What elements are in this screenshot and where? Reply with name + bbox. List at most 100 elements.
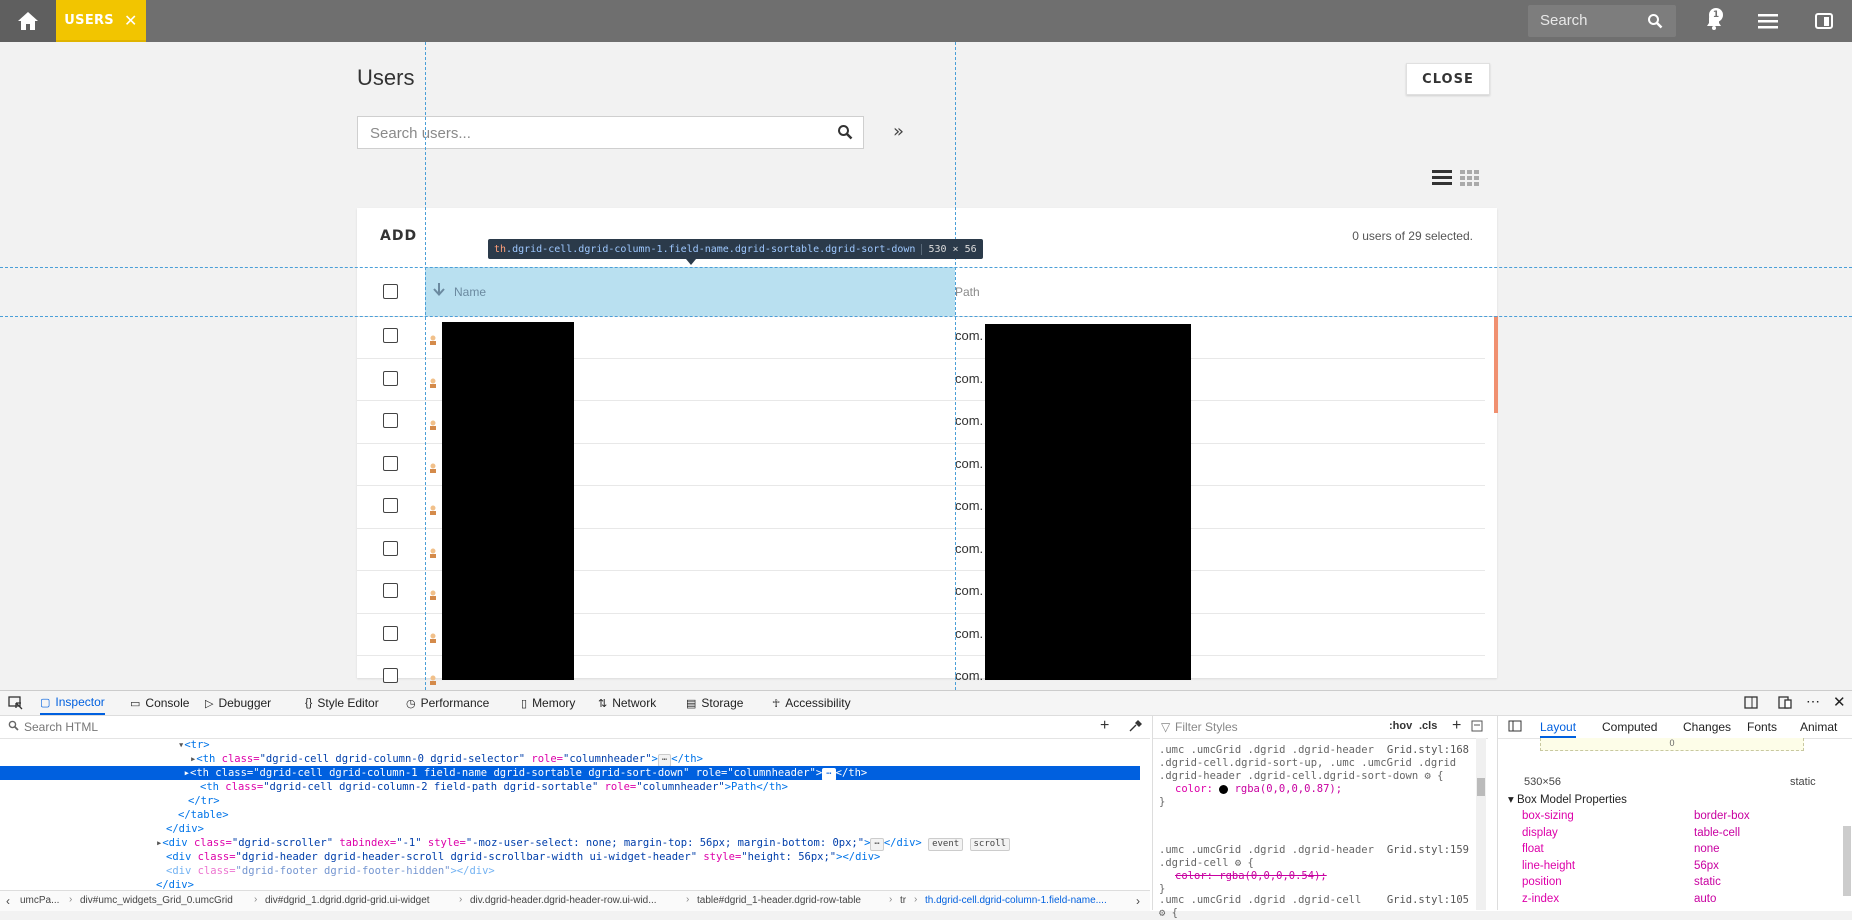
notification-count-badge: 1	[1709, 8, 1723, 22]
close-button[interactable]: CLOSE	[1406, 63, 1490, 95]
devtools-toolbar: ▢ Inspector ▭ Console ▷ Debugger {} Style Edito…	[0, 691, 1852, 716]
tooltip-tag: th	[494, 243, 507, 255]
css-rule-header-cell[interactable]: Grid.styl:159 .umc .umcGrid .dgrid .dgri…	[1159, 844, 1469, 896]
list-view-icon[interactable]	[1432, 169, 1452, 191]
row-checkbox[interactable]	[383, 328, 398, 343]
html-node-tr-open[interactable]: ▾<tr>	[178, 738, 210, 752]
devtools-tab-accessibility[interactable]: ☥ Accessibility	[772, 691, 851, 715]
css-rule-cell[interactable]: Grid.styl:105 .umc .umcGrid .dgrid .dgri…	[1159, 894, 1469, 920]
user-search-field[interactable]	[357, 116, 864, 150]
app-switch-button[interactable]	[1812, 0, 1836, 42]
html-node-th-name-selected[interactable]: ▸<th class="dgrid-cell dgrid-column-1 fi…	[0, 766, 1140, 781]
breadcrumb-scroll-right-icon[interactable]: ›	[1136, 894, 1140, 908]
rules-panel: ▽ Filter Styles :hov .cls + Grid.styl:16…	[1152, 716, 1488, 919]
html-node-th-path[interactable]: <th class="dgrid-cell dgrid-column-2 fie…	[200, 780, 788, 794]
filter-icon: ▽	[1161, 720, 1171, 734]
style-editor-icon: {}	[305, 697, 313, 709]
add-user-button[interactable]: ADD	[380, 228, 417, 244]
devtools-tab-style-editor[interactable]: {} Style Editor	[305, 691, 379, 715]
row-checkbox[interactable]	[383, 413, 398, 428]
devtools-tab-debugger[interactable]: ▷ Debugger	[205, 691, 271, 715]
layout-tab-animat[interactable]: Animat	[1800, 720, 1837, 734]
row-path: com.	[955, 668, 984, 683]
window-icon	[1815, 13, 1833, 29]
html-node-th-selector[interactable]: ▸<th class="dgrid-cell dgrid-column-0 dg…	[190, 752, 703, 767]
html-node-tr-close[interactable]: </tr>	[188, 794, 220, 808]
row-path: com.	[955, 370, 984, 386]
box-model-properties-header[interactable]: ▾ Box Model Properties	[1508, 792, 1627, 806]
layout-tab-fonts[interactable]: Fonts	[1747, 720, 1777, 734]
breadcrumb-item[interactable]: div#dgrid_1.dgrid.dgrid-grid.ui-widget	[265, 895, 430, 906]
home-button[interactable]	[0, 0, 56, 42]
html-node-dgrid-header-scroll[interactable]: <div class="dgrid-header dgrid-header-sc…	[166, 850, 880, 864]
close-tab-icon[interactable]: ✕	[124, 11, 138, 30]
dock-side-icon[interactable]	[1744, 696, 1758, 712]
breadcrumb-item[interactable]: div.dgrid-header.dgrid-header-row.ui-wid…	[470, 895, 657, 906]
devtools-tab-storage[interactable]: ▤ Storage	[686, 691, 743, 715]
tab-users[interactable]: USERS ✕	[56, 0, 146, 42]
box-property-value: auto	[1694, 892, 1717, 905]
toggle-sidebar-icon[interactable]	[1508, 720, 1522, 735]
breadcrumb-scroll-left-icon[interactable]: ‹	[6, 894, 10, 908]
inspector-icon: ▢	[40, 696, 51, 709]
print-media-icon[interactable]	[1471, 719, 1483, 735]
breadcrumb-item[interactable]: table#dgrid_1-header.dgrid-row-table	[697, 895, 861, 906]
html-node-dgrid-scroller[interactable]: ▸<div class="dgrid-scroller" tabindex="-…	[156, 836, 1011, 851]
global-search-icon[interactable]	[1647, 13, 1663, 33]
devtools-tab-console[interactable]: ▭ Console	[130, 691, 189, 715]
row-checkbox[interactable]	[383, 583, 398, 598]
devtools-tab-label: Storage	[701, 696, 744, 710]
breadcrumb-separator-icon: ›	[459, 894, 463, 905]
devtools-tab-label: Style Editor	[317, 696, 379, 710]
row-checkbox[interactable]	[383, 668, 398, 683]
layout-tab-computed[interactable]: Computed	[1602, 720, 1657, 734]
layout-tab-changes[interactable]: Changes	[1683, 720, 1731, 734]
rules-scrollbar[interactable]	[1476, 738, 1486, 910]
hover-state-toggle[interactable]: :hov	[1389, 720, 1412, 732]
breadcrumb-item[interactable]: th.dgrid-cell.dgrid-column-1.field-name.…	[925, 895, 1107, 906]
row-checkbox[interactable]	[383, 370, 398, 386]
element-picker-icon[interactable]	[8, 696, 23, 713]
devtools-tab-label: Debugger	[218, 696, 272, 710]
html-tree: ▾<tr> ▸<th class="dgrid-cell dgrid-colum…	[0, 738, 1140, 891]
html-node-div-close[interactable]: </div>	[166, 822, 204, 836]
breadcrumb-separator-icon: ›	[254, 894, 258, 905]
user-avatar-icon	[429, 585, 437, 600]
more-options-button[interactable]: »	[893, 121, 904, 142]
breadcrumb-item[interactable]: tr	[900, 895, 906, 906]
grid-scrollbar[interactable]	[1494, 316, 1498, 413]
breadcrumb-item[interactable]: umcPa...	[20, 895, 59, 906]
add-node-icon[interactable]: +	[1100, 717, 1109, 735]
eyedropper-icon[interactable]	[1128, 719, 1142, 736]
row-checkbox[interactable]	[383, 498, 398, 513]
path-column-header[interactable]: Path	[955, 285, 980, 299]
color-swatch-icon[interactable]	[1219, 784, 1229, 794]
class-toggle[interactable]: .cls	[1419, 720, 1437, 732]
menu-button[interactable]	[1756, 0, 1780, 42]
devtools-tab-network[interactable]: ⇅ Network	[598, 691, 656, 715]
devtools-tab-performance[interactable]: ◷ Performance	[406, 691, 489, 715]
row-checkbox[interactable]	[383, 540, 398, 556]
filter-styles-input[interactable]: Filter Styles	[1175, 720, 1238, 734]
row-checkbox[interactable]	[383, 625, 398, 641]
search-icon[interactable]	[837, 124, 853, 144]
user-search-input[interactable]	[358, 117, 812, 150]
close-devtools-icon[interactable]: ✕	[1833, 693, 1846, 711]
html-node-dgrid-footer[interactable]: <div class="dgrid-footer dgrid-footer-hi…	[166, 864, 495, 878]
search-html-input[interactable]: Search HTML	[24, 720, 98, 734]
row-checkbox[interactable]	[383, 455, 398, 471]
select-all-checkbox[interactable]	[383, 284, 398, 299]
devtools-tab-memory[interactable]: ▯ Memory	[521, 691, 575, 715]
layout-scrollbar[interactable]	[1843, 826, 1851, 896]
breadcrumb-item[interactable]: div#umc_widgets_Grid_0.umcGrid	[80, 895, 233, 906]
css-rule-sort[interactable]: Grid.styl:168 .umc .umcGrid .dgrid .dgri…	[1159, 744, 1469, 809]
more-options-icon[interactable]: ⋯	[1806, 693, 1820, 710]
add-rule-icon[interactable]: +	[1452, 717, 1461, 735]
responsive-mode-icon[interactable]	[1778, 696, 1792, 712]
name-column-header[interactable]	[425, 267, 955, 316]
layout-tab-layout[interactable]: Layout	[1540, 720, 1577, 738]
tile-view-icon[interactable]	[1460, 169, 1480, 191]
html-node-table-close[interactable]: </table>	[178, 808, 229, 822]
devtools-tab-inspector[interactable]: ▢ Inspector	[40, 691, 105, 715]
highlight-guide-left	[425, 42, 426, 690]
